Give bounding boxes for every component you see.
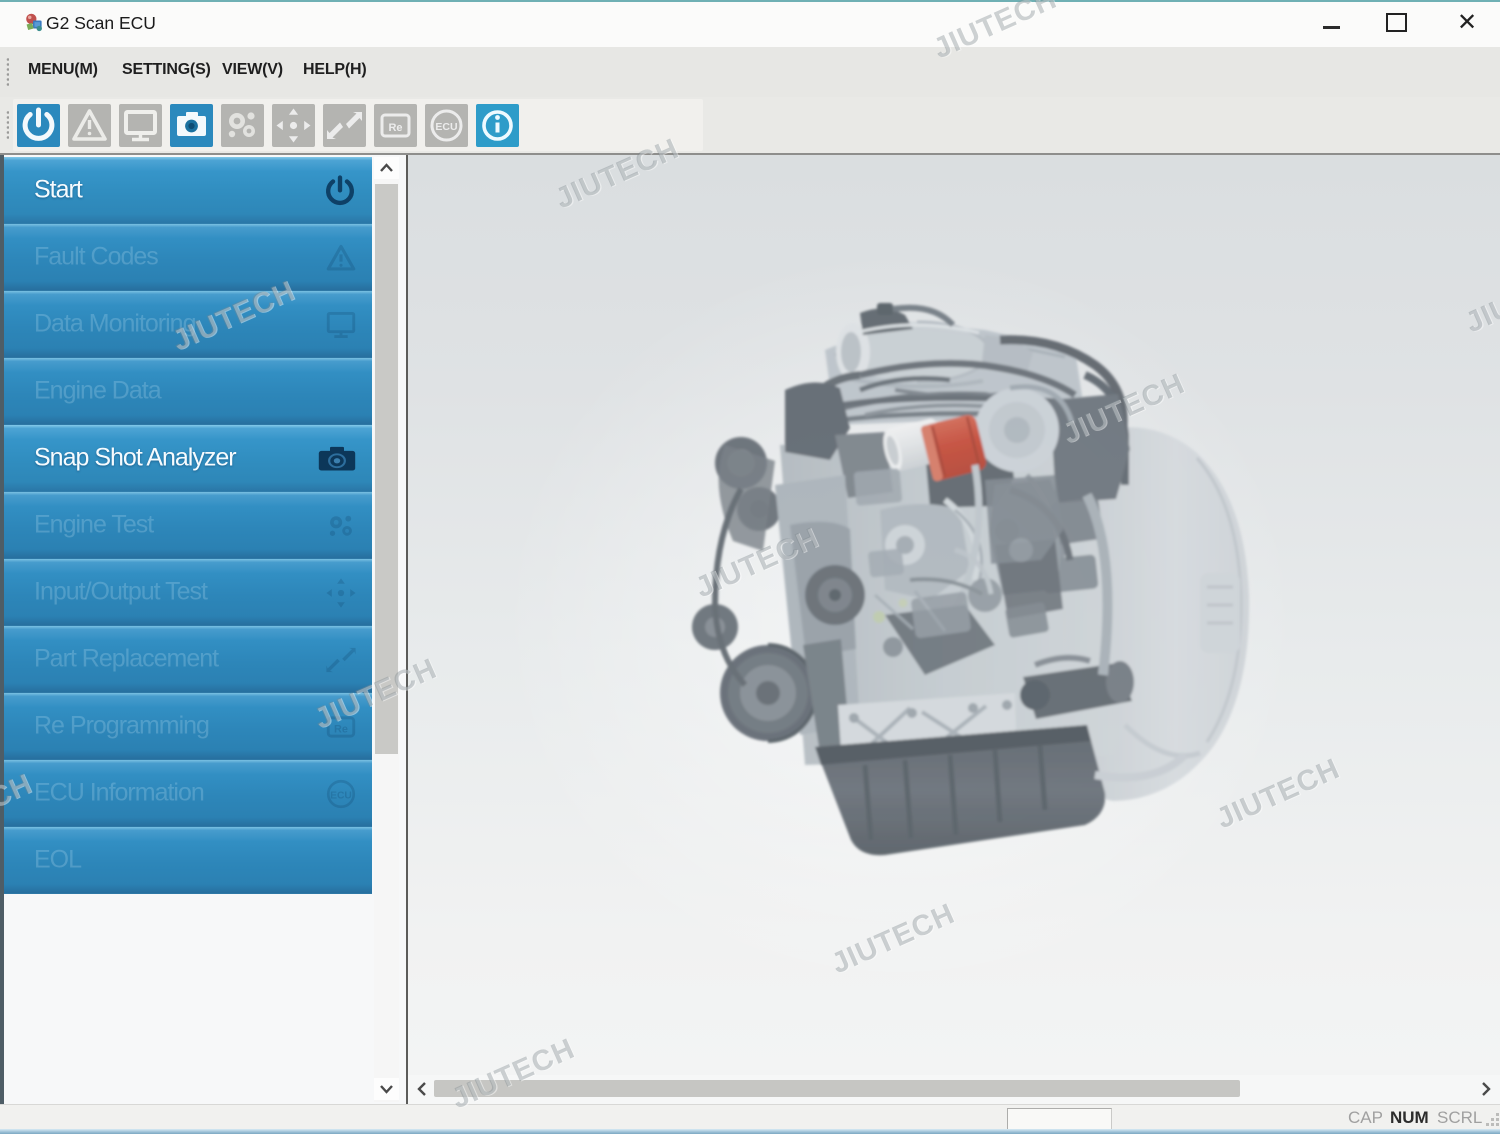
svg-text:Re: Re: [388, 122, 402, 134]
svg-text:ECU: ECU: [330, 790, 352, 801]
svg-text:ECU: ECU: [435, 121, 457, 133]
